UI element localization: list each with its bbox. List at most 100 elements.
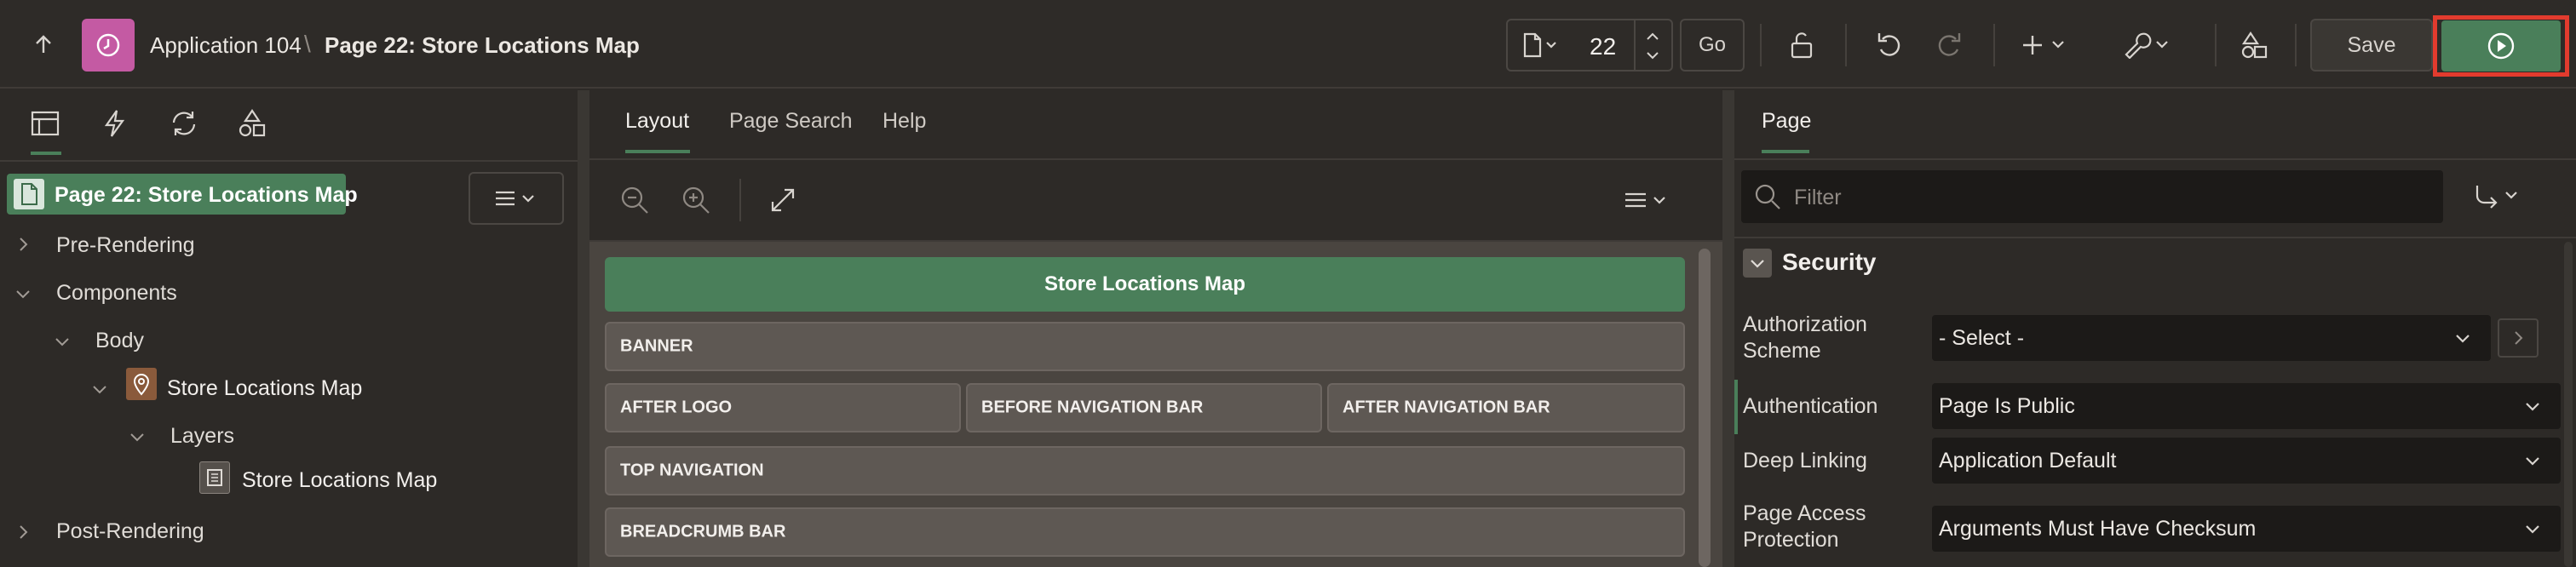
region-top-navigation-label: TOP NAVIGATION — [620, 461, 764, 480]
active-tab-indicator — [625, 150, 690, 153]
play-icon — [2487, 32, 2515, 60]
deep-linking-value: Application Default — [1939, 448, 2117, 472]
layout-menu-icon[interactable] — [1622, 186, 1673, 215]
region-after-logo[interactable]: AFTER LOGO — [605, 383, 961, 432]
tab-page-search[interactable]: Page Search — [729, 109, 853, 134]
region-after-nav-bar[interactable]: AFTER NAVIGATION BAR — [1327, 383, 1685, 432]
region-after-logo-label: AFTER LOGO — [620, 398, 733, 417]
region-breadcrumb-bar-label: BREADCRUMB BAR — [620, 522, 786, 541]
region-banner[interactable]: BANNER — [605, 322, 1685, 371]
authorization-scheme-value: - Select - — [1939, 325, 2025, 350]
left-splitter[interactable] — [578, 90, 589, 567]
property-editor-panel: Page Filter Security Authorization Schem… — [1734, 90, 2576, 567]
breadcrumb-separator: \ — [304, 31, 311, 57]
go-to-group-icon — [2475, 186, 2517, 209]
redo-icon[interactable] — [1923, 19, 1976, 72]
page-title-bar[interactable]: Store Locations Map — [605, 257, 1685, 312]
tree-node-page[interactable]: Page 22: Store Locations Map — [7, 174, 358, 215]
tab-page[interactable]: Page — [1762, 109, 1811, 134]
active-tab-indicator — [31, 152, 61, 155]
chevron-down-icon — [2456, 335, 2470, 343]
layout-scrollbar[interactable] — [1699, 249, 1711, 567]
authentication-value: Page Is Public — [1939, 393, 2075, 418]
create-menu-icon[interactable] — [2010, 19, 2082, 72]
page-node-icon — [14, 179, 44, 209]
chevron-down-icon — [2526, 403, 2539, 411]
collapse-section-button[interactable] — [1743, 249, 1772, 278]
undo-icon[interactable] — [1862, 19, 1915, 72]
processing-tab-icon[interactable] — [169, 109, 199, 138]
chevron-down-icon[interactable] — [14, 284, 32, 303]
tree-node-components[interactable]: Components — [56, 281, 177, 306]
page-access-protection-select[interactable]: Arguments Must Have Checksum — [1932, 506, 2561, 552]
chevron-right-icon[interactable] — [14, 235, 32, 254]
tree-node-pre-rendering[interactable]: Pre-Rendering — [56, 233, 195, 258]
app-name-link[interactable]: Application 104 — [150, 32, 302, 59]
page-number-input[interactable]: 22 — [1590, 33, 1616, 60]
tree-node-body[interactable]: Body — [95, 329, 144, 353]
region-top-navigation[interactable]: TOP NAVIGATION — [605, 446, 1685, 495]
expand-icon[interactable] — [768, 186, 797, 215]
tree-node-post-rendering[interactable]: Post-Rendering — [56, 519, 204, 544]
page-icon[interactable] — [1523, 32, 1561, 58]
page-number-spinner[interactable] — [1642, 27, 1663, 65]
region-before-nav-bar-label: BEFORE NAVIGATION BAR — [981, 398, 1204, 417]
utilities-wrench-icon[interactable] — [2113, 19, 2184, 72]
layout-canvas: Store Locations Map BANNER AFTER LOGO BE… — [589, 242, 1722, 567]
region-breadcrumb-bar[interactable]: BREADCRUMB BAR — [605, 507, 1685, 557]
section-title-security: Security — [1782, 249, 1877, 275]
go-to-group-button[interactable] — [2457, 170, 2542, 223]
zoom-out-icon[interactable] — [618, 184, 651, 216]
layout-panel: Layout Page Search Help Store Locations … — [589, 90, 1722, 567]
shared-components-tab-icon[interactable] — [237, 109, 267, 138]
rendering-tab-icon[interactable] — [31, 111, 60, 136]
chevron-down-icon[interactable] — [128, 427, 147, 446]
modified-indicator — [1734, 380, 1738, 434]
map-region-icon — [126, 368, 157, 400]
chevron-down-icon — [2526, 525, 2539, 534]
authorization-scheme-select[interactable]: - Select - — [1932, 315, 2491, 361]
chevron-right-icon — [2515, 331, 2523, 345]
search-icon — [1755, 184, 1780, 209]
shared-components-icon[interactable] — [2228, 19, 2281, 72]
chevron-down-icon — [1751, 260, 1764, 268]
page-access-protection-label: Page Access Protection — [1743, 501, 1866, 552]
filter-input[interactable]: Filter — [1741, 170, 2443, 223]
hamburger-menu-icon — [496, 191, 534, 206]
authorization-go-button[interactable] — [2498, 318, 2539, 358]
go-button[interactable]: Go — [1680, 19, 1745, 72]
page-selector: 22 — [1506, 19, 1673, 72]
authentication-label: Authentication — [1743, 394, 1878, 418]
tree-node-layers[interactable]: Layers — [170, 424, 234, 449]
tree-node-map-region[interactable]: Store Locations Map — [167, 376, 362, 401]
region-before-nav-bar[interactable]: BEFORE NAVIGATION BAR — [966, 383, 1322, 432]
region-after-nav-bar-label: AFTER NAVIGATION BAR — [1343, 398, 1550, 417]
chevron-down-icon[interactable] — [53, 332, 72, 351]
deep-linking-label: Deep Linking — [1743, 449, 1867, 472]
run-page-button[interactable] — [2441, 20, 2561, 72]
up-arrow-icon[interactable] — [17, 19, 70, 72]
chevron-down-icon — [2526, 457, 2539, 466]
page-title: Page 22: Store Locations Map — [325, 32, 640, 58]
chevron-down-icon[interactable] — [90, 380, 109, 398]
chevron-right-icon[interactable] — [14, 523, 32, 541]
deep-linking-select[interactable]: Application Default — [1932, 438, 2561, 484]
tab-layout[interactable]: Layout — [625, 109, 689, 134]
properties-scrollbar[interactable] — [2564, 242, 2573, 567]
layer-icon — [199, 461, 230, 494]
top-toolbar: Application 104 \ Page 22: Store Locatio… — [0, 0, 2576, 89]
authentication-select[interactable]: Page Is Public — [1932, 383, 2561, 429]
tree-node-page-label: Page 22: Store Locations Map — [55, 183, 358, 207]
right-splitter[interactable] — [1722, 90, 1734, 567]
zoom-in-icon[interactable] — [680, 184, 712, 216]
tree-node-layer[interactable]: Store Locations Map — [242, 468, 437, 493]
app-icon[interactable] — [82, 19, 135, 72]
tree-menu-button[interactable] — [469, 172, 564, 225]
dynamic-actions-tab-icon[interactable] — [102, 109, 126, 138]
lock-icon[interactable] — [1775, 19, 1828, 72]
authorization-scheme-label: Authorization Scheme — [1743, 312, 1867, 363]
tab-help[interactable]: Help — [883, 109, 926, 134]
page-access-protection-value: Arguments Must Have Checksum — [1939, 516, 2257, 541]
rendering-tree-panel: Page 22: Store Locations Map Pre-Renderi… — [0, 90, 578, 567]
save-button[interactable]: Save — [2310, 19, 2433, 72]
